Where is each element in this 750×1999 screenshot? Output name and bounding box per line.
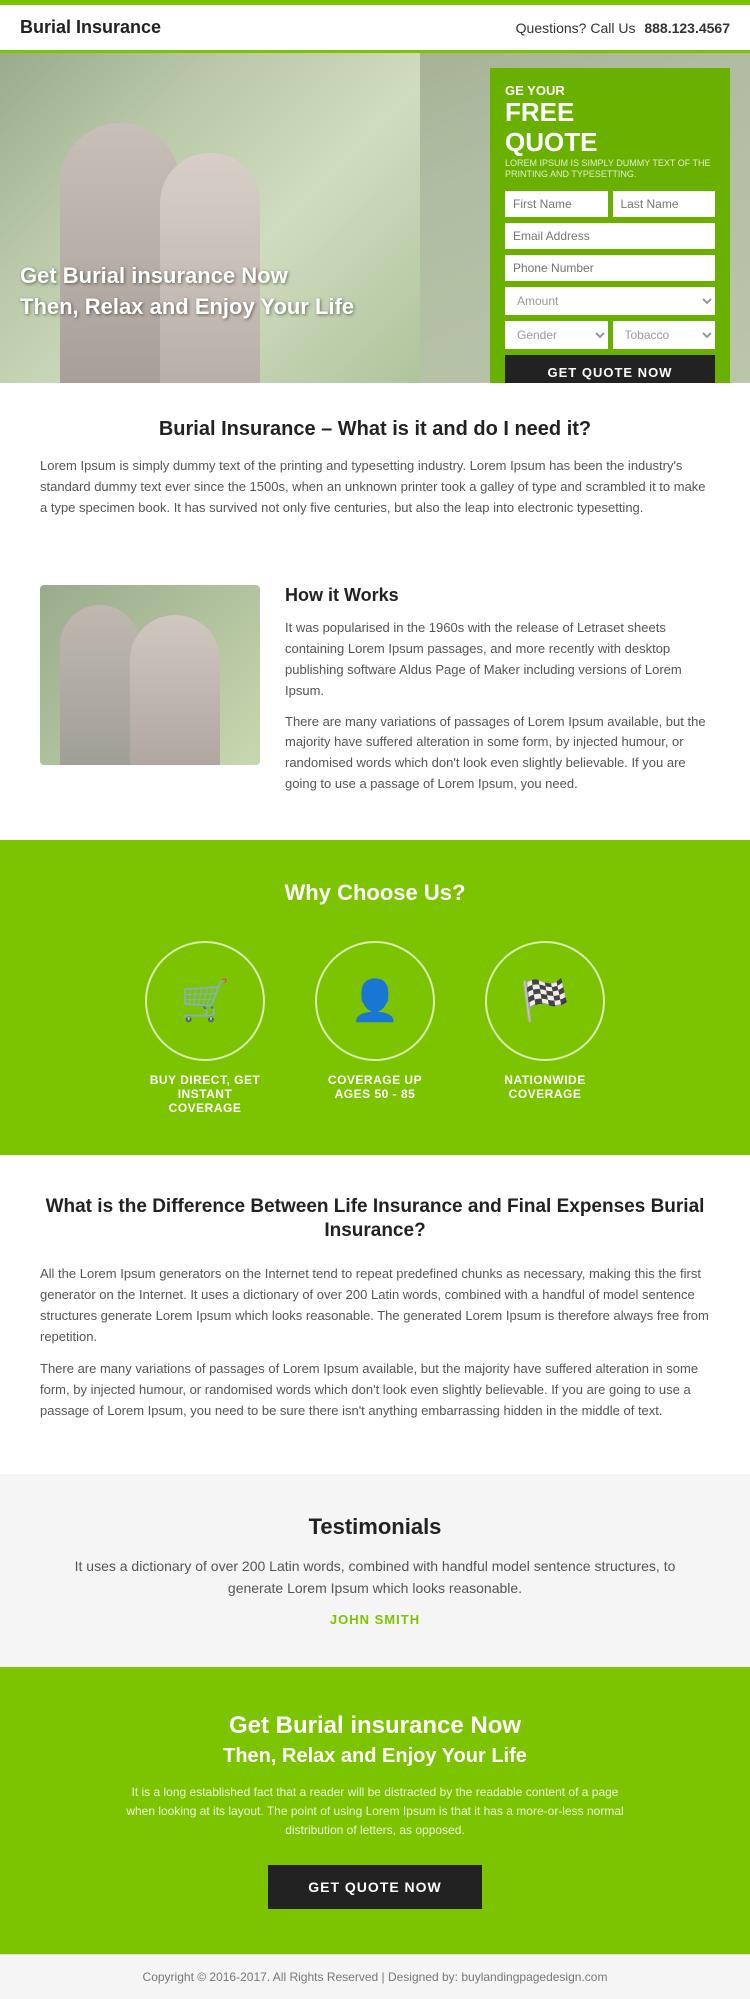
why-label-buy-direct: BUY DIRECT, GET INSTANT COVERAGE: [140, 1073, 270, 1115]
why-circle-nationwide: 🏁: [485, 941, 605, 1061]
cta-body: It is a long established fact that a rea…: [125, 1783, 625, 1841]
difference-para1: All the Lorem Ipsum generators on the In…: [40, 1264, 710, 1347]
quote-form-box: GE YOUR FREE QUOTE LOREM IPSUM IS SIMPLY…: [490, 68, 730, 383]
hero-headline-line1: Get Burial insurance Now: [20, 263, 288, 288]
footer-text: Copyright © 2016-2017. All Rights Reserv…: [143, 1970, 608, 1984]
couple-photo: [0, 53, 420, 383]
why-circle-buy-direct: 🛒: [145, 941, 265, 1061]
cta-title-line1: Get Burial insurance Now: [40, 1712, 710, 1740]
get-quote-button[interactable]: GET QUOTE NOW: [505, 355, 715, 383]
form-title-free: FREE: [505, 98, 715, 127]
hero-headline-line2: Then, Relax and Enjoy Your Life: [20, 294, 354, 319]
last-name-input[interactable]: [613, 191, 716, 217]
phone-number[interactable]: 888.123.4567: [644, 20, 730, 36]
why-item-buy-direct: 🛒 BUY DIRECT, GET INSTANT COVERAGE: [140, 941, 270, 1115]
form-subtitle: LOREM IPSUM IS SIMPLY DUMMY TEXT OF THE …: [505, 158, 715, 181]
site-logo: Burial Insurance: [20, 17, 161, 38]
why-label-coverage-ages: COVERAGE UP AGES 50 - 85: [310, 1073, 440, 1101]
burial-section-body: Lorem Ipsum is simply dummy text of the …: [40, 456, 710, 518]
hero-couple-image: [0, 53, 420, 383]
testimonial-author: JOHN SMITH: [60, 1612, 690, 1627]
why-item-nationwide: 🏁 NATIONWIDE COVERAGE: [480, 941, 610, 1115]
flag-icon: 🏁: [520, 977, 570, 1024]
phone-input[interactable]: [505, 255, 715, 281]
select-row: Gender Male Female Tobacco Yes No: [505, 321, 715, 349]
cta-title-line2: Then, Relax and Enjoy Your Life: [40, 1745, 710, 1768]
footer: Copyright © 2016-2017. All Rights Reserv…: [0, 1954, 750, 1999]
why-icons-row: 🛒 BUY DIRECT, GET INSTANT COVERAGE 👤 COV…: [30, 941, 720, 1115]
difference-para2: There are many variations of passages of…: [40, 1359, 710, 1421]
name-row: [505, 191, 715, 217]
hero-section: Get Burial insurance Now Then, Relax and…: [0, 53, 750, 383]
burial-section-title: Burial Insurance – What is it and do I n…: [40, 418, 710, 441]
how-it-works-title: How it Works: [285, 585, 710, 606]
tobacco-select[interactable]: Tobacco Yes No: [613, 321, 716, 349]
why-label-nationwide: NATIONWIDE COVERAGE: [480, 1073, 610, 1101]
testimonials-section: Testimonials It uses a dictionary of ove…: [0, 1474, 750, 1667]
header: Burial Insurance Questions? Call Us 888.…: [0, 5, 750, 53]
email-input[interactable]: [505, 223, 715, 249]
person-icon: 👤: [350, 977, 400, 1024]
cta-get-quote-button[interactable]: GET QUOTE NOW: [268, 1865, 482, 1909]
testimonial-body: It uses a dictionary of over 200 Latin w…: [60, 1555, 690, 1600]
gender-select[interactable]: Gender Male Female: [505, 321, 608, 349]
form-title-quote: QUOTE: [505, 127, 715, 158]
difference-title: What is the Difference Between Life Insu…: [40, 1195, 710, 1244]
hero-text: Get Burial insurance Now Then, Relax and…: [20, 261, 354, 323]
first-name-input[interactable]: [505, 191, 608, 217]
why-choose-section: Why Choose Us? 🛒 BUY DIRECT, GET INSTANT…: [0, 840, 750, 1155]
cart-icon: 🛒: [180, 977, 230, 1024]
cta-section: Get Burial insurance Now Then, Relax and…: [0, 1667, 750, 1955]
difference-section: What is the Difference Between Life Insu…: [0, 1155, 750, 1474]
testimonials-title: Testimonials: [60, 1514, 690, 1540]
how-it-works-image: [40, 585, 260, 765]
how-it-works-para2: There are many variations of passages of…: [285, 712, 710, 795]
burial-info-section: Burial Insurance – What is it and do I n…: [0, 383, 750, 565]
why-item-coverage-ages: 👤 COVERAGE UP AGES 50 - 85: [310, 941, 440, 1115]
how-it-works-para1: It was popularised in the 1960s with the…: [285, 618, 710, 701]
how-it-works-content: How it Works It was popularised in the 1…: [285, 585, 710, 804]
form-title-ge: GE YOUR: [505, 83, 715, 98]
questions-label: Questions? Call Us: [516, 20, 636, 36]
why-choose-title: Why Choose Us?: [30, 880, 720, 906]
amount-select[interactable]: Amount: [505, 287, 715, 315]
header-contact: Questions? Call Us 888.123.4567: [516, 20, 730, 36]
how-it-works-section: How it Works It was popularised in the 1…: [0, 565, 750, 839]
why-circle-coverage-ages: 👤: [315, 941, 435, 1061]
